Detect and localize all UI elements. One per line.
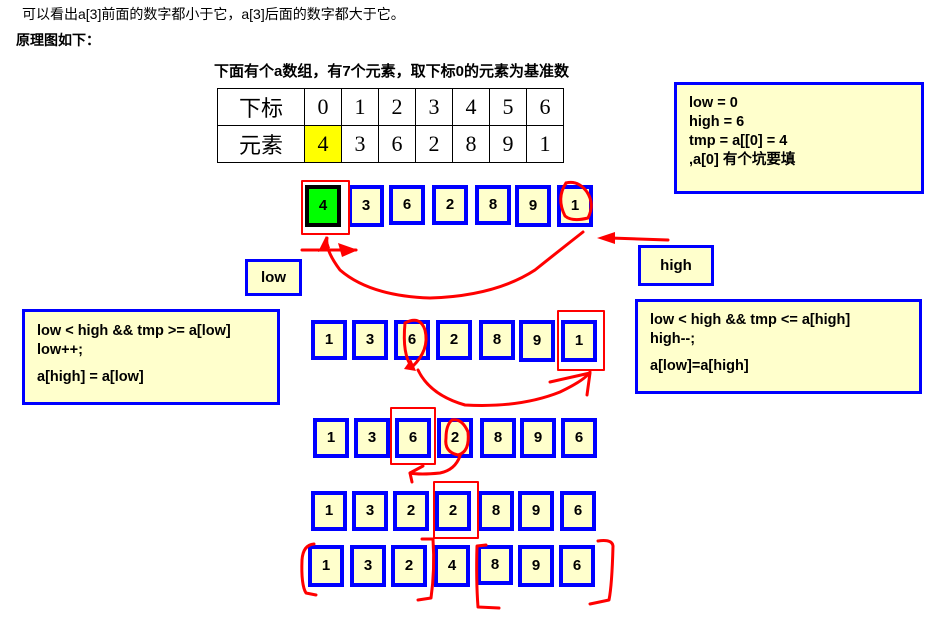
- array-cell: 8: [480, 418, 516, 458]
- low-pointer-label: low: [245, 259, 302, 296]
- note-line: high = 6: [689, 114, 745, 130]
- array-cell: 6: [395, 418, 431, 458]
- array-cell-pivot: 4: [305, 185, 341, 227]
- array-cell: 3: [348, 185, 384, 227]
- element-cell-pivot: 4: [304, 125, 342, 163]
- index-cell: 6: [526, 88, 564, 126]
- note-line: low = 0: [689, 95, 738, 111]
- intro-text: 可以看出a[3]前面的数字都小于它，a[3]后面的数字都大于它。: [22, 6, 405, 22]
- array-cell: 3: [354, 418, 390, 458]
- move-arrow: [408, 464, 425, 484]
- note-line: a[high] = a[low]: [37, 369, 144, 385]
- array-cell: 9: [518, 491, 554, 531]
- move-arrow: [408, 454, 462, 476]
- index-cell: 5: [489, 88, 527, 126]
- index-cell: 4: [452, 88, 490, 126]
- note-left-scan: low < high && tmp >= a[low] low++; a[hig…: [22, 309, 280, 405]
- array-cell: 3: [352, 491, 388, 531]
- array-cell: 1: [313, 418, 349, 458]
- element-cell: 6: [378, 125, 416, 163]
- index-row: 下标 0 1 2 3 4 5 6: [217, 88, 564, 126]
- array-cell: 6: [389, 185, 425, 225]
- element-cell: 8: [452, 125, 490, 163]
- index-cell: 1: [341, 88, 379, 126]
- array-cell: 3: [350, 545, 386, 587]
- array-cell: 2: [393, 491, 429, 531]
- array-cell: 8: [479, 320, 515, 360]
- note-line: low < high && tmp <= a[high]: [650, 312, 851, 328]
- note-line: low < high && tmp >= a[low]: [37, 323, 231, 339]
- array-cell: 1: [311, 320, 347, 360]
- index-cell: 0: [304, 88, 342, 126]
- array-cell: 9: [520, 418, 556, 458]
- note-init: low = 0 high = 6 tmp = a[[0] = 4 ,a[0] 有…: [674, 82, 924, 194]
- note-line: low++;: [37, 342, 83, 358]
- array-cell: 9: [519, 320, 555, 362]
- array-cell: 3: [352, 320, 388, 360]
- array-cell: 1: [557, 185, 593, 227]
- note-line: tmp = a[[0] = 4: [689, 133, 788, 149]
- move-arrow: [416, 368, 592, 407]
- array-cell: 2: [436, 320, 472, 360]
- element-row: 元素 4 3 6 2 8 9 1: [217, 125, 564, 163]
- array-cell: 6: [561, 418, 597, 458]
- note-line: ,a[0] 有个坑要填: [689, 152, 796, 168]
- high-arrow-line: [608, 236, 670, 242]
- note-right-scan: low < high && tmp <= a[high] high--; a[l…: [635, 299, 922, 394]
- diagram-caption: 下面有个a数组，有7个元素，取下标0的元素为基准数: [214, 63, 570, 80]
- array-cell: 1: [561, 320, 597, 362]
- array-cell: 8: [477, 545, 513, 585]
- section-heading: 原理图如下：: [16, 32, 100, 48]
- arrowhead: [338, 243, 358, 257]
- array-cell: 9: [515, 185, 551, 227]
- element-cell: 2: [415, 125, 453, 163]
- note-line: a[low]=a[high]: [650, 358, 749, 374]
- element-cell: 9: [489, 125, 527, 163]
- array-cell: 8: [478, 491, 514, 531]
- array-cell: 2: [437, 418, 473, 458]
- row-label-index: 下标: [217, 88, 305, 126]
- index-cell: 3: [415, 88, 453, 126]
- arrowhead: [404, 359, 416, 371]
- index-table: 下标 0 1 2 3 4 5 6 元素 4 3 6 2 8 9 1: [217, 88, 564, 163]
- high-pointer-label: high: [638, 245, 714, 286]
- array-cell: 2: [435, 491, 471, 531]
- array-cell: 9: [518, 545, 554, 587]
- array-cell: 1: [308, 545, 344, 587]
- index-cell: 2: [378, 88, 416, 126]
- note-line: high--;: [650, 331, 696, 347]
- row-label-element: 元素: [217, 125, 305, 163]
- array-cell: 8: [475, 185, 511, 225]
- array-cell: 6: [559, 545, 595, 587]
- array-cell: 6: [560, 491, 596, 531]
- element-cell: 3: [341, 125, 379, 163]
- array-cell: 6: [394, 320, 430, 360]
- arrowhead: [597, 232, 615, 244]
- array-cell: 4: [434, 545, 470, 587]
- array-cell: 2: [391, 545, 427, 587]
- array-cell: 2: [432, 185, 468, 225]
- move-arrow: [548, 371, 592, 397]
- array-cell: 1: [311, 491, 347, 531]
- arrowhead: [318, 236, 330, 252]
- element-cell: 1: [526, 125, 564, 163]
- move-arrow: [325, 230, 585, 300]
